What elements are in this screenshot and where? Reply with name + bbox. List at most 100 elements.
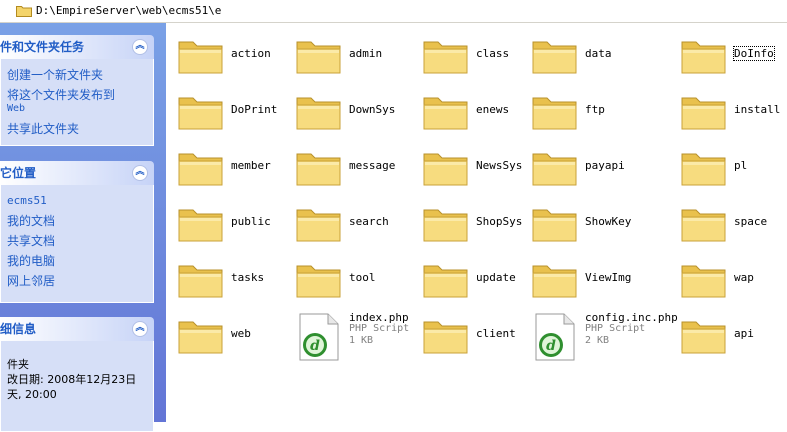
folder-item[interactable]: public [176,203,296,251]
folder-icon [530,91,580,131]
panel-header[interactable]: 细信息 ︽ [0,317,154,341]
folder-item[interactable]: NewsSys [421,147,541,195]
item-name: DoInfo [733,46,775,61]
item-name: ShopSys [476,215,523,228]
item-name: web [231,327,251,340]
folder-item[interactable]: member [176,147,296,195]
collapse-chevron-icon[interactable]: ︽ [132,165,148,181]
folder-item[interactable]: DoInfo [679,35,779,83]
folder-item[interactable]: space [679,203,779,251]
folder-icon [16,6,32,17]
folder-icon [679,35,729,75]
folder-item[interactable]: web [176,315,296,363]
collapse-chevron-icon[interactable]: ︽ [132,39,148,55]
address-bar[interactable]: D:\EmpireServer\web\ecms51\e [0,0,787,23]
folder-item[interactable]: message [294,147,414,195]
folder-item[interactable]: admin [294,35,414,83]
item-name: data [585,47,612,60]
publish-web-sublabel: Web [7,103,26,114]
folder-icon [530,35,580,75]
publish-web-label: 将这个文件夹发布到 [7,88,116,102]
folder-item[interactable]: data [530,35,650,83]
panel-header[interactable]: 件和文件夹任务 ︽ [0,35,154,59]
file-item[interactable]: d config.inc.php PHP Script 2 KB [530,311,678,363]
place-shared-documents-link[interactable]: 共享文档 [7,231,153,251]
item-name: tasks [231,271,265,284]
folder-item[interactable]: api [679,315,779,363]
folder-icon [679,203,729,243]
file-folder-tasks-panel: 件和文件夹任务 ︽ 创建一个新文件夹 将这个文件夹发布到 Web 共享此文件夹 [0,35,154,146]
item-name: class [476,47,510,60]
folder-icon [421,203,471,243]
item-name: wap [734,271,754,284]
folder-item[interactable]: DownSys [294,91,414,139]
svg-text:d: d [546,338,556,354]
item-size: 1 KB [349,335,374,346]
folder-item[interactable]: tasks [176,259,296,307]
panel-title: 细信息 [0,322,37,336]
folder-icon [294,259,344,299]
item-name: enews [476,103,510,116]
detail-modified: 改日期: 2008年12月23日 [7,373,137,386]
new-folder-link[interactable]: 创建一个新文件夹 [7,65,153,85]
panel-title: 件和文件夹任务 [0,40,85,54]
item-name: payapi [585,159,625,172]
item-type: PHP Script [585,323,646,334]
panel-title: 它位置 [0,166,37,180]
item-name: tool [349,271,376,284]
folder-item[interactable]: client [421,315,541,363]
panel-header[interactable]: 它位置 ︽ [0,161,154,185]
task-pane: 件和文件夹任务 ︽ 创建一个新文件夹 将这个文件夹发布到 Web 共享此文件夹 … [0,23,166,432]
folder-item[interactable]: wap [679,259,779,307]
folder-item[interactable]: search [294,203,414,251]
folder-item[interactable]: update [421,259,541,307]
folder-icon [421,91,471,131]
item-name: ftp [585,103,605,116]
folder-icon [679,259,729,299]
folder-item[interactable]: ShowKey [530,203,650,251]
folder-icon [294,35,344,75]
share-folder-link[interactable]: 共享此文件夹 [7,119,153,139]
place-network-link[interactable]: 网上邻居 [7,271,153,291]
folder-item[interactable]: enews [421,91,541,139]
folder-item[interactable]: install [679,91,780,139]
folder-item[interactable]: ShopSys [421,203,541,251]
svg-text:d: d [310,338,320,354]
folder-icon [421,147,471,187]
folder-item[interactable]: payapi [530,147,650,195]
address-path[interactable]: D:\EmpireServer\web\ecms51\e [36,4,221,17]
folder-icon [176,259,226,299]
other-places-panel: 它位置 ︽ ecms51 我的文档 共享文档 我的电脑 网上邻居 [0,161,154,303]
folder-icon [294,203,344,243]
folder-icon [176,315,226,355]
item-name: NewsSys [476,159,523,172]
detail-time: 天, 20:00 [7,388,57,401]
folder-item[interactable]: class [421,35,541,83]
item-name: member [231,159,271,172]
php-file-icon: d [294,313,344,361]
collapse-chevron-icon[interactable]: ︽ [132,321,148,337]
item-name: update [476,271,516,284]
place-my-documents-link[interactable]: 我的文档 [7,211,153,231]
folder-item[interactable]: DoPrint [176,91,296,139]
place-my-computer-link[interactable]: 我的电脑 [7,251,153,271]
folder-icon [176,203,226,243]
folder-item[interactable]: action [176,35,296,83]
publish-web-link[interactable]: 将这个文件夹发布到 Web [7,85,153,119]
item-name: DoPrint [231,103,278,116]
item-name: api [734,327,754,340]
item-name: admin [349,47,383,60]
file-view: action admin class data DoInfo DoPrint DownSys… [166,23,787,422]
file-item[interactable]: d index.php PHP Script 1 KB [294,311,414,363]
place-ecms51-link[interactable]: ecms51 [7,191,153,211]
folder-icon [421,259,471,299]
folder-item[interactable]: ViewImg [530,259,650,307]
folder-item[interactable]: ftp [530,91,650,139]
folder-item[interactable]: tool [294,259,414,307]
folder-icon [176,35,226,75]
folder-icon [176,91,226,131]
item-name: public [231,215,271,228]
item-name: ViewImg [585,271,632,284]
item-size: 2 KB [585,335,610,346]
folder-item[interactable]: pl [679,147,779,195]
